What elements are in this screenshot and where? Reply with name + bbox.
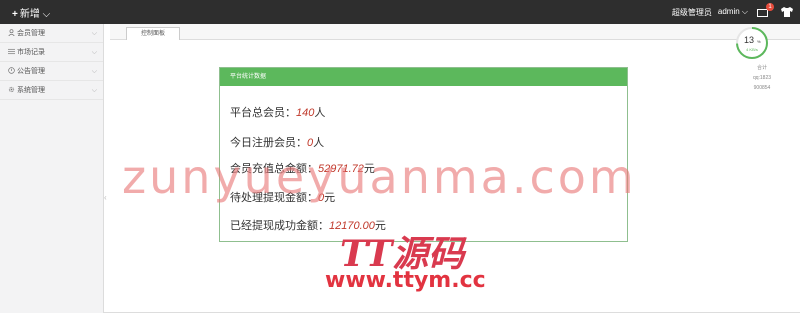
side-stat-line: qq:1823 (752, 75, 772, 81)
stat-row-total-members: 平台总会员：140人 (230, 104, 325, 120)
sidebar-item-system[interactable]: 系统管理 ⌵ (0, 81, 103, 100)
stat-label: 今日注册会员： (230, 137, 307, 149)
chevron-down-icon: ⌵ (91, 49, 97, 56)
stat-row-today-registrations: 今日注册会员：0人 (230, 134, 324, 150)
sidebar-item-label: 系统管理 (17, 87, 45, 94)
sidebar-item-label: 市场记录 (17, 49, 45, 56)
gear-icon (8, 86, 15, 93)
chevron-down-icon: ⌵ (741, 7, 748, 16)
sidebar-item-announcements[interactable]: 公告管理 ⌵ (0, 62, 103, 81)
watermark-url: www.ttym.cc (325, 268, 486, 293)
plus-icon: + (12, 9, 18, 20)
stat-value: 140 (296, 107, 315, 119)
top-navbar: + 新增 ⌵ 超级管理员 admin ⌵ 1 (0, 0, 800, 24)
gauge-speed: 4 KB/s (746, 47, 758, 52)
new-menu-label: 新增 (19, 9, 40, 20)
tab-strip: 控制面板 (110, 24, 800, 40)
sidebar-collapse-handle[interactable]: ‹ (104, 190, 110, 206)
tab-dashboard[interactable]: 控制面板 (126, 27, 181, 40)
user-icon (8, 29, 15, 36)
user-menu[interactable]: admin ⌵ (718, 7, 748, 17)
username: admin (717, 7, 740, 16)
chevron-down-icon: ⌵ (91, 30, 97, 37)
envelope-icon (757, 9, 768, 17)
new-menu-button[interactable]: + 新增 ⌵ (12, 5, 50, 20)
side-stat-line: 合计 (756, 65, 767, 71)
gauge-percent-sign: % (757, 39, 761, 44)
message-count-badge: 1 (766, 3, 774, 11)
panel-title: 平台统计数据 (220, 68, 627, 86)
stat-label: 平台总会员： (230, 107, 296, 119)
side-stat-line: 900854 (753, 85, 771, 91)
skin-shirt-icon[interactable] (780, 6, 794, 18)
stat-label: 已经提现成功金额： (230, 220, 329, 232)
stat-unit: 人 (313, 137, 325, 149)
list-icon (8, 48, 15, 55)
sidebar-item-members[interactable]: 会员管理 ⌵ (0, 24, 103, 43)
chevron-down-icon: ⌵ (42, 9, 51, 20)
stat-unit: 人 (314, 107, 326, 119)
watermark-text: zunyueyuanma.com (122, 150, 637, 204)
notice-icon (8, 67, 15, 74)
top-right-group: 超级管理员 admin ⌵ 1 (672, 0, 800, 24)
sidebar: 会员管理 ⌵ 市场记录 ⌵ 公告管理 ⌵ 系统管理 ⌵ (0, 24, 104, 313)
side-stats: 合计 qq:1823 900854 (738, 63, 786, 93)
sidebar-item-label: 公告管理 (17, 68, 45, 75)
usage-gauge: 13 % 4 KB/s (736, 27, 768, 59)
sidebar-item-label: 会员管理 (17, 30, 45, 37)
chevron-down-icon: ⌵ (91, 68, 97, 75)
message-icon[interactable]: 1 (756, 3, 774, 18)
user-role: 超级管理员 (671, 7, 712, 17)
gauge-percent: 13 (744, 35, 754, 45)
chevron-down-icon: ⌵ (91, 87, 97, 94)
sidebar-item-market-records[interactable]: 市场记录 ⌵ (0, 43, 103, 62)
